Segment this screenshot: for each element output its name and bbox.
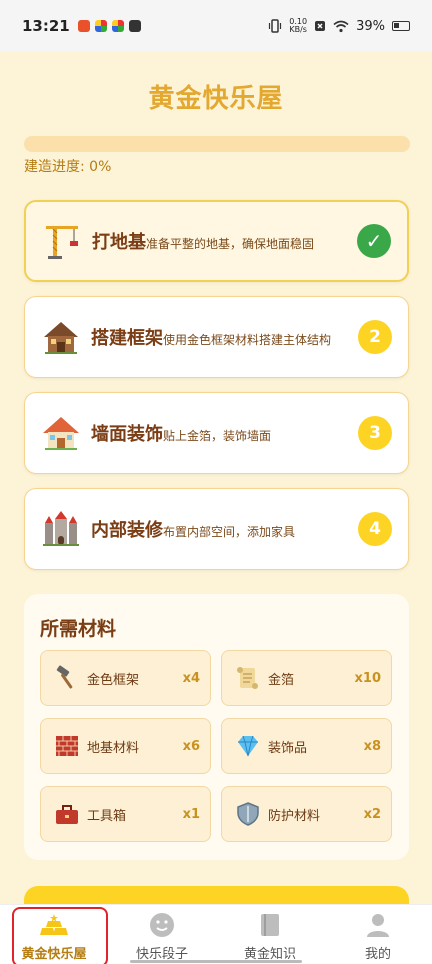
notification-icons bbox=[77, 20, 141, 32]
battery-icon bbox=[392, 21, 410, 31]
crane-icon bbox=[42, 221, 82, 261]
material-item[interactable]: 地基材料 x6 bbox=[40, 718, 211, 774]
step-number-badge: 4 bbox=[358, 512, 392, 546]
step-title: 搭建框架 bbox=[91, 328, 163, 349]
wooden-house-icon bbox=[41, 317, 81, 357]
nav-label: 黄金快乐屋 bbox=[21, 947, 87, 962]
step-card-foundation[interactable]: 打地基 准备平整的地基，确保地面稳固 ✓ bbox=[24, 200, 409, 282]
material-item[interactable]: 工具箱 x1 bbox=[40, 786, 211, 842]
material-name: 工具箱 bbox=[87, 808, 127, 824]
step-title: 内部装修 bbox=[91, 520, 163, 541]
net-speed: 0.10 KB/s bbox=[289, 18, 307, 34]
scroll-icon bbox=[234, 664, 262, 692]
gem-icon bbox=[234, 732, 262, 760]
material-name: 装饰品 bbox=[268, 740, 308, 756]
wifi-icon bbox=[333, 20, 349, 32]
step-text: 内部装修 布置内部空间，添加家具 bbox=[91, 516, 352, 542]
step-title: 墙面装饰 bbox=[91, 424, 163, 445]
bricks-icon bbox=[53, 732, 81, 760]
hammer-icon bbox=[53, 664, 81, 692]
step-description: 贴上金箔，装饰墙面 bbox=[163, 429, 272, 443]
main-content[interactable]: 黄金快乐屋 建造进度: 0% 打地基 准备平整的地基，确保地面稳固 ✓ 搭建框架… bbox=[0, 52, 432, 904]
material-quantity: x6 bbox=[182, 738, 200, 754]
material-quantity: x1 bbox=[182, 806, 200, 822]
user-icon bbox=[364, 911, 392, 939]
nav-tab-profile[interactable]: 我的 bbox=[324, 905, 432, 964]
app-notification-icon bbox=[94, 20, 107, 32]
toolbox-icon bbox=[53, 800, 81, 828]
smile-icon bbox=[148, 911, 176, 939]
materials-title: 所需材料 bbox=[40, 618, 117, 640]
step-description: 布置内部空间，添加家具 bbox=[163, 525, 296, 539]
step-title: 打地基 bbox=[92, 232, 146, 253]
step-card-wall-decoration[interactable]: 墙面装饰 贴上金箔，装饰墙面 3 bbox=[24, 392, 409, 474]
battery-percent: 39% bbox=[356, 18, 385, 34]
sim-off-icon bbox=[315, 21, 326, 31]
material-item[interactable]: 金色框架 x4 bbox=[40, 650, 211, 706]
step-card-interior[interactable]: 内部装修 布置内部空间，添加家具 4 bbox=[24, 488, 409, 570]
step-text: 墙面装饰 贴上金箔，装饰墙面 bbox=[91, 420, 352, 446]
gold-bars-icon bbox=[40, 911, 68, 939]
step-description: 准备平整的地基，确保地面稳固 bbox=[146, 237, 315, 251]
house-icon bbox=[41, 413, 81, 453]
app-notification-icon bbox=[111, 20, 124, 32]
action-button[interactable] bbox=[24, 886, 409, 904]
material-name: 防护材料 bbox=[268, 808, 321, 824]
nav-tab-gold-knowledge[interactable]: 黄金知识 bbox=[216, 905, 324, 964]
material-item[interactable]: 装饰品 x8 bbox=[221, 718, 392, 774]
nav-tab-golden-house[interactable]: 黄金快乐屋 bbox=[0, 905, 108, 964]
bottom-nav: 黄金快乐屋 快乐段子 黄金知识 我的 bbox=[0, 904, 432, 964]
status-bar: 13:21 0.10 KB/s 39% bbox=[0, 0, 432, 52]
shield-icon bbox=[234, 800, 262, 828]
status-time: 13:21 bbox=[22, 17, 70, 35]
nav-label: 我的 bbox=[364, 947, 391, 962]
material-quantity: x8 bbox=[363, 738, 381, 754]
material-name: 金色框架 bbox=[87, 672, 140, 688]
step-text: 打地基 准备平整的地基，确保地面稳固 bbox=[92, 228, 351, 254]
step-card-framework[interactable]: 搭建框架 使用金色框架材料搭建主体结构 2 bbox=[24, 296, 409, 378]
step-done-check-icon: ✓ bbox=[357, 224, 391, 258]
book-icon bbox=[256, 911, 284, 939]
home-indicator[interactable] bbox=[130, 960, 302, 963]
material-quantity: x10 bbox=[354, 670, 381, 686]
step-text: 搭建框架 使用金色框架材料搭建主体结构 bbox=[91, 324, 352, 350]
play-store-icon bbox=[128, 20, 141, 32]
build-progress-label: 建造进度: 0% bbox=[24, 159, 112, 175]
app-notification-icon bbox=[77, 20, 90, 32]
material-item[interactable]: 防护材料 x2 bbox=[221, 786, 392, 842]
materials-panel: 所需材料 金色框架 x4 金箔 x10 地基材料 x6 装饰品 x8 工具箱 x… bbox=[24, 594, 409, 860]
nav-tab-jokes[interactable]: 快乐段子 bbox=[108, 905, 216, 964]
step-number-badge: 3 bbox=[358, 416, 392, 450]
step-description: 使用金色框架材料搭建主体结构 bbox=[163, 333, 332, 347]
material-quantity: x4 bbox=[182, 670, 200, 686]
page-title: 黄金快乐屋 bbox=[148, 84, 284, 114]
castle-icon bbox=[41, 509, 81, 549]
material-name: 地基材料 bbox=[87, 740, 140, 756]
material-item[interactable]: 金箔 x10 bbox=[221, 650, 392, 706]
step-number-badge: 2 bbox=[358, 320, 392, 354]
vibrate-icon bbox=[269, 19, 282, 33]
material-quantity: x2 bbox=[363, 806, 381, 822]
material-name: 金箔 bbox=[268, 672, 295, 688]
build-progress-bar bbox=[24, 136, 410, 152]
net-speed-unit: KB/s bbox=[289, 25, 307, 34]
